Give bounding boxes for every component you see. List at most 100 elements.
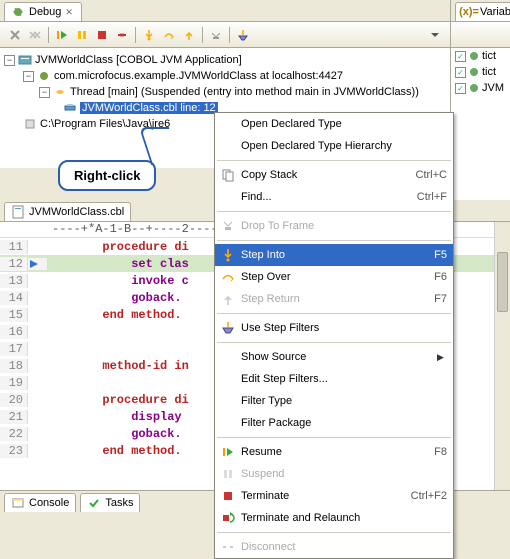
- tree-process[interactable]: − com.microfocus.example.JVMWorldClass a…: [4, 68, 446, 84]
- collapse-icon[interactable]: −: [39, 87, 50, 98]
- menu-item-edit-step-filters[interactable]: Edit Step Filters...: [215, 368, 453, 390]
- menu-item-step-return: Step ReturnF7: [215, 288, 453, 310]
- line-number: 22: [0, 427, 28, 441]
- copy-icon: [219, 167, 237, 183]
- step-filters-button[interactable]: [234, 26, 252, 44]
- checkbox-icon[interactable]: ✓: [455, 51, 466, 62]
- menu-item-step-into[interactable]: Step IntoF5: [215, 244, 453, 266]
- menu-item-copy-stack[interactable]: Copy StackCtrl+C: [215, 164, 453, 186]
- menu-item-open-declared-type[interactable]: Open Declared Type: [215, 113, 453, 135]
- variable-row[interactable]: ✓tict: [451, 64, 510, 80]
- menu-item-drop-to-frame: Drop To Frame: [215, 215, 453, 237]
- line-number: 20: [0, 393, 28, 407]
- callout-right-click: Right-click: [58, 160, 156, 191]
- menu-item-use-step-filters[interactable]: Use Step Filters: [215, 317, 453, 339]
- tab-console[interactable]: Console: [4, 493, 76, 512]
- cobol-file-icon: [11, 205, 25, 219]
- checkbox-icon[interactable]: ✓: [455, 67, 466, 78]
- menu-item-terminate-and-relaunch[interactable]: Terminate and Relaunch: [215, 507, 453, 529]
- tree-launch[interactable]: − JVMWorldClass [COBOL JVM Application]: [4, 52, 446, 68]
- marker-gutter: [28, 258, 48, 270]
- filter-icon: [219, 320, 237, 336]
- circle-icon: [469, 83, 479, 93]
- menu-item-step-over[interactable]: Step OverF6: [215, 266, 453, 288]
- menu-separator: [217, 240, 451, 241]
- line-number: 11: [0, 240, 28, 254]
- submenu-arrow-icon: ▶: [437, 352, 447, 363]
- relaunch-icon: [219, 510, 237, 526]
- close-icon[interactable]: ✕: [65, 7, 75, 17]
- thread-suspended-icon: [53, 85, 67, 99]
- debug-tab-bar: Debug ✕: [0, 0, 450, 22]
- view-menu-button[interactable]: [426, 26, 444, 44]
- menu-item-show-source[interactable]: Show Source▶: [215, 346, 453, 368]
- menu-separator: [217, 211, 451, 212]
- blank-icon: [219, 393, 237, 409]
- checkbox-icon[interactable]: ✓: [455, 83, 466, 94]
- tab-editor-file[interactable]: JVMWorldClass.cbl: [4, 202, 131, 221]
- menu-item-terminate[interactable]: TerminateCtrl+F2: [215, 485, 453, 507]
- step-return-button[interactable]: [180, 26, 198, 44]
- resume-button[interactable]: [53, 26, 71, 44]
- suspend-icon: [219, 466, 237, 482]
- tab-variables[interactable]: (x)= Variables: [455, 2, 510, 21]
- context-menu: Open Declared TypeOpen Declared Type Hie…: [214, 112, 454, 559]
- process-icon: [23, 117, 37, 131]
- disconnect-icon: [219, 539, 237, 555]
- blank-icon: [219, 116, 237, 132]
- menu-separator: [217, 532, 451, 533]
- line-number: 23: [0, 444, 28, 458]
- line-number: 17: [0, 342, 28, 356]
- step-into-button[interactable]: [140, 26, 158, 44]
- stackframe-icon: [63, 101, 77, 115]
- debug-target-icon: [37, 69, 51, 83]
- suspend-button[interactable]: [73, 26, 91, 44]
- line-number: 13: [0, 274, 28, 288]
- menu-item-disconnect: Disconnect: [215, 536, 453, 558]
- variables-icon: (x)=: [462, 5, 476, 19]
- line-number: 19: [0, 376, 28, 390]
- tab-debug[interactable]: Debug ✕: [4, 2, 82, 21]
- line-number: 16: [0, 325, 28, 339]
- console-icon: [11, 496, 25, 510]
- line-number: 18: [0, 359, 28, 373]
- collapse-icon[interactable]: −: [23, 71, 34, 82]
- menu-item-find[interactable]: Find...Ctrl+F: [215, 186, 453, 208]
- cobol-app-icon: [18, 53, 32, 67]
- circle-icon: [469, 51, 479, 61]
- blank-icon: [219, 349, 237, 365]
- disconnect-button[interactable]: [113, 26, 131, 44]
- blank-icon: [219, 415, 237, 431]
- remove-launch-button[interactable]: [6, 26, 24, 44]
- menu-item-resume[interactable]: ResumeF8: [215, 441, 453, 463]
- line-number: 12: [0, 257, 28, 271]
- resume-icon: [219, 444, 237, 460]
- line-number: 15: [0, 308, 28, 322]
- debug-toolbar: [0, 22, 450, 48]
- variable-row[interactable]: ✓tict: [451, 48, 510, 64]
- stepinto-icon: [219, 247, 237, 263]
- stepover-icon: [219, 269, 237, 285]
- variable-row[interactable]: ✓JVM: [451, 80, 510, 96]
- drop-to-frame-button[interactable]: [207, 26, 225, 44]
- tasks-icon: [87, 496, 101, 510]
- tree-thread[interactable]: − Thread [main] (Suspended (entry into m…: [4, 84, 446, 100]
- line-number: 21: [0, 410, 28, 424]
- collapse-icon[interactable]: −: [4, 55, 15, 66]
- remove-all-launches-button[interactable]: [26, 26, 44, 44]
- circle-icon: [469, 67, 479, 77]
- menu-item-filter-package[interactable]: Filter Package: [215, 412, 453, 434]
- terminate-button[interactable]: [93, 26, 111, 44]
- tab-tasks[interactable]: Tasks: [80, 493, 140, 512]
- drop-icon: [219, 218, 237, 234]
- blank-icon: [219, 371, 237, 387]
- vertical-scrollbar[interactable]: [494, 222, 510, 490]
- debug-tab-label: Debug: [29, 6, 61, 18]
- menu-separator: [217, 313, 451, 314]
- step-over-button[interactable]: [160, 26, 178, 44]
- bug-icon: [11, 5, 25, 19]
- menu-item-open-declared-type-hierarchy[interactable]: Open Declared Type Hierarchy: [215, 135, 453, 157]
- stepreturn-icon: [219, 291, 237, 307]
- menu-separator: [217, 160, 451, 161]
- menu-item-filter-type[interactable]: Filter Type: [215, 390, 453, 412]
